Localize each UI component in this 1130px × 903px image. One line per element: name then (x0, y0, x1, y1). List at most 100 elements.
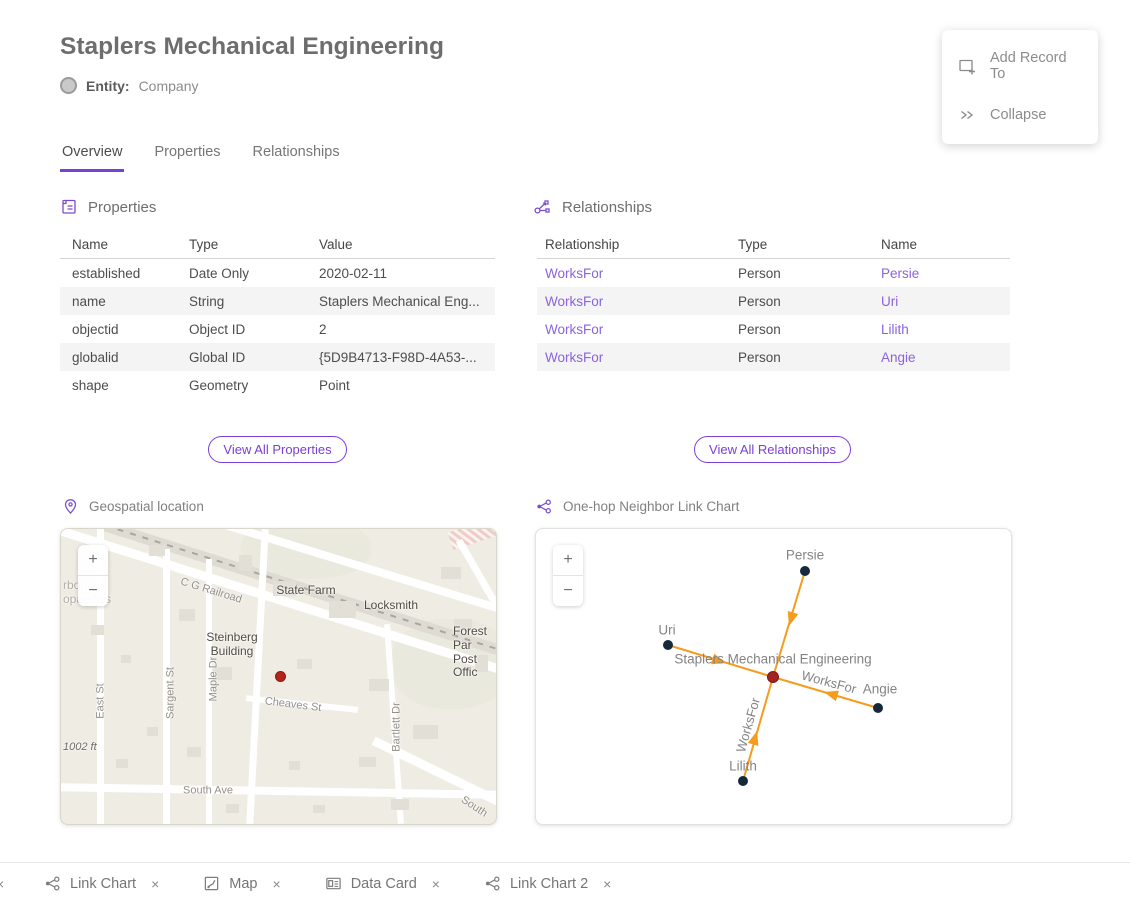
cell-value: Point (318, 371, 495, 399)
section-title: Geospatial location (89, 499, 204, 514)
cell-type: Person (737, 259, 880, 288)
cell-type: Person (737, 287, 880, 315)
link-chart-zoom-control: + − (553, 545, 583, 606)
table-row: WorksFor Person Uri (537, 287, 1010, 315)
entity-link[interactable]: Persie (881, 266, 919, 281)
cell-type: Geometry (188, 371, 318, 399)
node-label: Lilith (729, 759, 757, 774)
zoom-in-button[interactable]: + (78, 545, 108, 575)
bottom-tab-link-chart-2[interactable]: Link Chart 2 × (484, 875, 611, 892)
relationships-table: Relationship Type Name WorksFor Person P… (537, 230, 1010, 371)
view-all-relationships-button[interactable]: View All Relationships (694, 436, 851, 463)
menu-item-collapse[interactable]: Collapse (942, 94, 1098, 136)
map-label: Sargent St (165, 667, 178, 719)
section-title: Relationships (562, 199, 652, 216)
cell-type: String (188, 287, 318, 315)
link-chart-icon (535, 498, 553, 515)
table-row: WorksFor Person Angie (537, 343, 1010, 371)
cell-value: {5D9B4713-F98D-4A53-... (318, 343, 495, 371)
view-all-properties-wrap: View All Properties (60, 436, 495, 463)
entity-link[interactable]: Angie (881, 350, 916, 365)
cell-value: Staplers Mechanical Eng... (318, 287, 495, 315)
table-row: shape Geometry Point (60, 371, 495, 399)
menu-item-label: Collapse (990, 107, 1046, 123)
map-hatched-area (448, 528, 497, 550)
relationship-link[interactable]: WorksFor (545, 322, 603, 337)
menu-item-add-record-to[interactable]: Add Record To (942, 38, 1098, 94)
entity-link[interactable]: Lilith (881, 322, 909, 337)
bottom-tab-label: Data Card (351, 876, 417, 892)
col-header-value: Value (318, 230, 495, 259)
map-label: Cheaves St (264, 695, 322, 714)
properties-section-header: Properties (60, 198, 156, 216)
view-all-properties-button[interactable]: View All Properties (208, 436, 346, 463)
zoom-out-button[interactable]: − (553, 575, 583, 606)
bottom-tab-label: Link Chart (70, 876, 136, 892)
map-building (297, 659, 312, 669)
context-menu: Add Record To Collapse (942, 30, 1098, 144)
map-building (147, 727, 158, 736)
cell-type: Object ID (188, 315, 318, 343)
relationships-section-header: Relationships (533, 198, 652, 216)
bottom-tab-link-chart[interactable]: Link Chart × (44, 875, 159, 892)
map-label: Steinberg Building (206, 631, 257, 659)
close-icon[interactable]: × (603, 876, 611, 892)
map-building (187, 747, 201, 757)
table-row: WorksFor Person Lilith (537, 315, 1010, 343)
table-row: name String Staplers Mechanical Eng... (60, 287, 495, 315)
entity-label: Entity: (86, 78, 130, 94)
link-chart-icon (484, 875, 501, 892)
node-uri[interactable] (663, 640, 673, 650)
table-row: globalid Global ID {5D9B4713-F98D-4A53-.… (60, 343, 495, 371)
cell-value: 2 (318, 315, 495, 343)
close-icon[interactable]: × (273, 876, 281, 892)
col-header-name: Name (880, 230, 1010, 259)
map-building (149, 545, 165, 556)
map-building (121, 655, 131, 663)
close-icon[interactable]: × (432, 876, 440, 892)
entity-link[interactable]: Uri (881, 294, 898, 309)
cell-name: name (60, 287, 188, 315)
map-building (359, 757, 376, 767)
map-label: Forest Par Post Offic (453, 625, 496, 680)
cell-name: globalid (60, 343, 188, 371)
col-header-relationship: Relationship (537, 230, 737, 259)
map-building (369, 679, 389, 691)
map-building (91, 625, 104, 635)
one-hop-link-chart[interactable]: Staplers Mechanical Engineering Persie U… (535, 528, 1012, 825)
node-lilith[interactable] (738, 776, 748, 786)
map-building (413, 725, 438, 739)
data-card-icon (325, 875, 342, 892)
entity-type-icon (60, 77, 77, 94)
bottom-tab-data-card[interactable]: Data Card × (325, 875, 440, 892)
tab-relationships[interactable]: Relationships (251, 142, 342, 172)
node-persie[interactable] (800, 566, 810, 576)
zoom-out-button[interactable]: − (78, 575, 108, 606)
map-building (391, 799, 409, 810)
close-icon[interactable]: × (151, 876, 159, 892)
tab-overview[interactable]: Overview (60, 142, 124, 172)
table-row: WorksFor Person Persie (537, 259, 1010, 288)
entity-location-marker[interactable] (275, 671, 286, 682)
geospatial-map[interactable]: C G Railroad State Farm Locksmith Steinb… (60, 528, 497, 825)
node-center[interactable] (768, 672, 779, 683)
node-angie[interactable] (873, 703, 883, 713)
edge-arrow (784, 611, 799, 628)
relationship-link[interactable]: WorksFor (545, 294, 603, 309)
relationship-link[interactable]: WorksFor (545, 350, 603, 365)
entity-row: Entity: Company (60, 77, 198, 94)
bottom-tab-label: Map (229, 876, 257, 892)
menu-item-label: Add Record To (990, 50, 1082, 82)
cell-name: objectid (60, 315, 188, 343)
data-card-page: Staplers Mechanical Engineering Entity: … (0, 0, 1130, 903)
map-building (329, 601, 356, 618)
zoom-in-button[interactable]: + (553, 545, 583, 575)
tab-properties[interactable]: Properties (152, 142, 222, 172)
relationship-link[interactable]: WorksFor (545, 266, 603, 281)
center-node-label: Staplers Mechanical Engineering (674, 652, 871, 667)
bottom-tab-map[interactable]: Map × (203, 875, 280, 892)
table-row: objectid Object ID 2 (60, 315, 495, 343)
relationships-icon (533, 198, 552, 216)
cell-type: Person (737, 315, 880, 343)
close-icon[interactable]: × (0, 876, 14, 892)
